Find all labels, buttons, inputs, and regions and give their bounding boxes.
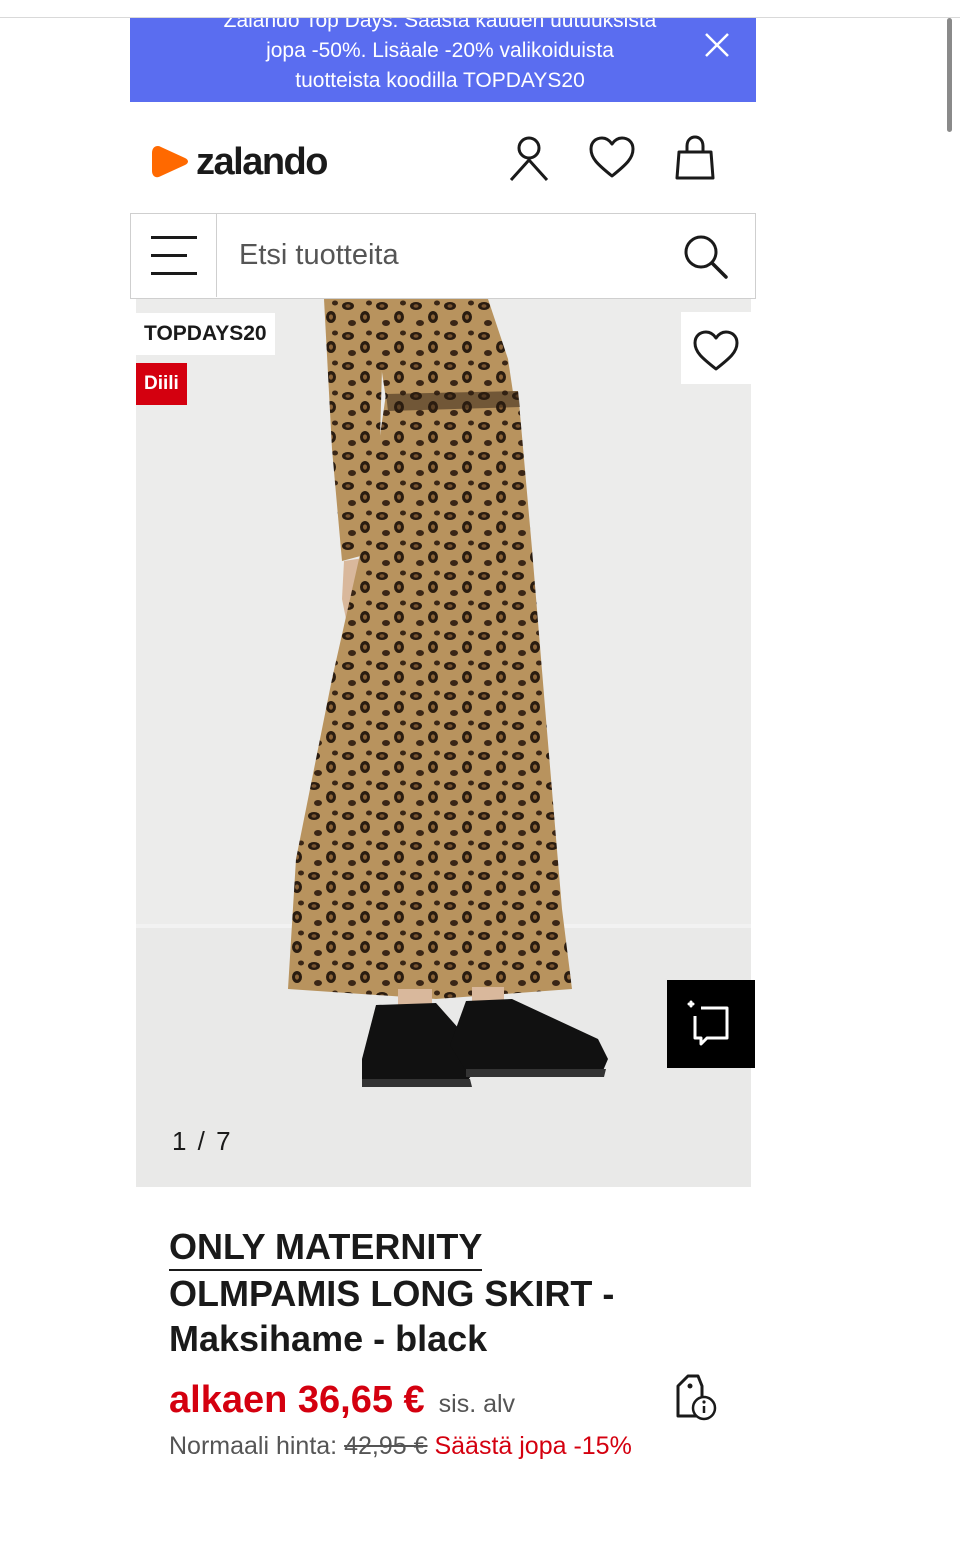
normal-price-row: Normaali hinta: 42,95 € Säästä jopa -15% [169,1428,729,1464]
hamburger-menu-icon[interactable] [131,214,217,297]
search-input[interactable] [217,214,657,297]
price-info-icon[interactable] [674,1372,720,1422]
wishlist-heart-icon[interactable] [681,312,751,384]
account-icon[interactable] [504,132,554,184]
vat-note: sis. alv [438,1390,516,1418]
saving-text: Säästä jopa -15% [434,1432,632,1460]
zalando-logo[interactable]: zalando [150,141,328,183]
page-scrollbar[interactable] [947,18,952,132]
search-bar [130,213,756,299]
site-header: zalando [130,102,756,214]
normal-price: 42,95 € [344,1432,428,1460]
promo-banner-line-0: Zalando Top Days: Säästä kauden uutuuksi… [223,18,657,32]
promo-banner-line-2: tuotteista koodilla TOPDAYS20 [295,69,585,92]
product-info: ONLY MATERNITY OLMPAMIS LONG SKIRT - Mak… [169,1225,729,1464]
find-similar-icon[interactable] [667,980,755,1068]
price-row: alkaen 36,65 € sis. alv [169,1379,729,1422]
search-icon[interactable] [681,232,731,282]
normal-price-label: Normaali hinta: [169,1432,338,1460]
promo-banner-line-1: jopa -50%. Lisäale -20% valikoiduista [266,39,614,62]
image-counter: 1 / 7 [172,1126,233,1156]
bag-icon[interactable] [670,132,720,184]
heart-icon[interactable] [587,132,637,184]
product-image-gallery[interactable]: TOPDAYS20 Diili 1 / 7 [136,299,751,1187]
brand-link[interactable]: ONLY MATERNITY [169,1225,483,1271]
current-price: alkaen 36,65 € [169,1379,425,1421]
promo-banner: Zalando Top Days: Säästä kauden uutuuksi… [130,18,756,102]
close-icon[interactable] [702,30,732,60]
product-photo [136,299,751,1187]
zalando-logo-icon [152,146,188,178]
zalando-logo-text: zalando [196,141,328,183]
promo-code-badge: TOPDAYS20 [136,313,275,355]
promo-banner-text: Zalando Top Days: Säästä kauden uutuuksi… [190,18,690,96]
deal-badge: Diili [136,363,187,405]
product-name: OLMPAMIS LONG SKIRT - Maksihame - black [169,1273,615,1359]
